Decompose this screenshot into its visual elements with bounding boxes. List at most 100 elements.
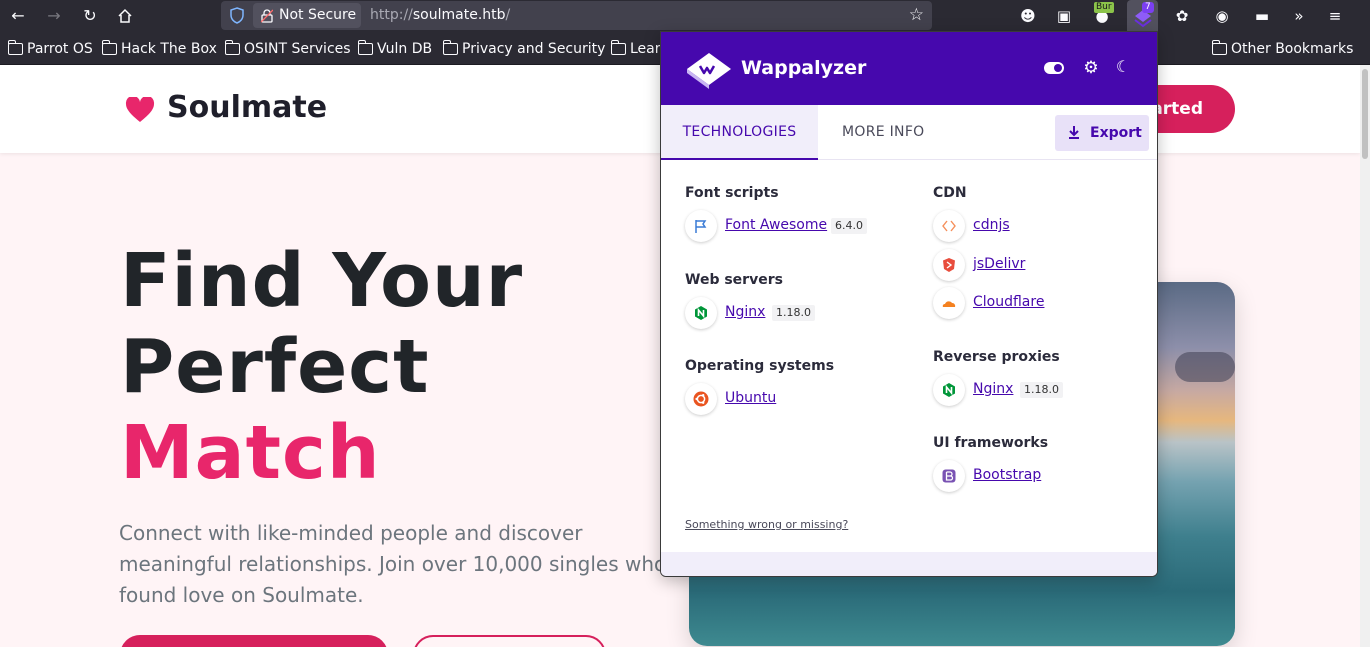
hat-extension-icon[interactable]: ▬ xyxy=(1250,4,1274,28)
tab-more-info[interactable]: MORE INFO xyxy=(842,105,925,160)
wappalyzer-logo-icon xyxy=(687,53,731,89)
folder-icon xyxy=(101,40,117,55)
page-scrollbar[interactable] xyxy=(1360,65,1370,647)
hero-heading: Find Your Perfect Match xyxy=(120,238,523,496)
export-button[interactable]: Export xyxy=(1055,115,1149,151)
technology-item[interactable]: Ubuntu xyxy=(685,383,885,415)
moon-icon[interactable]: ☾ xyxy=(1114,58,1132,76)
back-arrow-icon[interactable]: ← xyxy=(6,4,30,28)
forward-arrow-icon[interactable]: → xyxy=(42,4,66,28)
wappalyzer-footer xyxy=(661,552,1157,576)
jsdelivr-icon xyxy=(933,249,965,281)
technology-name[interactable]: Nginx xyxy=(725,303,765,321)
category-heading: Operating systems xyxy=(685,358,835,374)
cookie-icon[interactable]: ✿ xyxy=(1170,4,1194,28)
technology-item[interactable]: Nginx 1.18.0 xyxy=(685,297,885,329)
technologies-list: Font scripts Font Awesome 6.4.0 Web serv… xyxy=(661,160,1157,550)
technology-name[interactable]: Ubuntu xyxy=(725,389,776,407)
folder-icon xyxy=(1211,40,1227,55)
overflow-chevron-icon[interactable]: » xyxy=(1287,4,1311,28)
hero-primary-button[interactable] xyxy=(120,635,388,647)
bookmark-label: OSINT Services xyxy=(244,41,351,57)
feedback-link[interactable]: Something wrong or missing? xyxy=(685,518,848,532)
url-path: / xyxy=(505,7,511,23)
hero-line: Find Your xyxy=(120,238,524,324)
bookmark-folder[interactable]: Vuln DB xyxy=(357,40,433,58)
cdnjs-icon xyxy=(933,210,965,242)
mask-extension-icon[interactable]: ◉ xyxy=(1210,4,1234,28)
toggle-switch-icon[interactable] xyxy=(1044,62,1064,74)
bookmark-label: Lear xyxy=(630,41,661,57)
url-scheme: http:// xyxy=(370,7,413,23)
bookmark-star-icon[interactable]: ☆ xyxy=(909,5,924,26)
technology-item[interactable]: Nginx 1.18.0 xyxy=(933,374,1133,406)
flag-icon xyxy=(685,210,717,242)
technology-name[interactable]: jsDelivr xyxy=(973,255,1025,273)
technology-name[interactable]: Nginx xyxy=(973,380,1013,398)
technology-item[interactable]: jsDelivr xyxy=(933,249,1133,281)
download-icon xyxy=(1069,126,1079,139)
other-bookmarks-folder[interactable]: Other Bookmarks xyxy=(1211,40,1354,58)
nginx-icon xyxy=(685,297,717,329)
technology-name[interactable]: cdnjs xyxy=(973,216,1010,234)
technology-name[interactable]: Cloudflare xyxy=(973,293,1044,311)
extensions-puzzle-icon[interactable]: ▣ xyxy=(1052,4,1076,28)
insecure-lock-icon xyxy=(261,9,273,23)
bookmark-label: Vuln DB xyxy=(377,41,433,57)
folder-icon xyxy=(224,40,240,55)
hero-secondary-button[interactable] xyxy=(413,635,606,647)
browser-toolbar: ← → ↻ Not Secure http://soulmate.htb/ ☆ … xyxy=(0,0,1370,32)
bookmark-label: Privacy and Security xyxy=(462,41,606,57)
heart-logo-icon xyxy=(125,97,155,122)
bookmark-folder[interactable]: Hack The Box xyxy=(101,40,217,58)
folder-icon xyxy=(357,40,373,55)
hero-line: Perfect xyxy=(120,324,430,410)
technology-version: 1.18.0 xyxy=(772,305,815,321)
url-text[interactable]: http://soulmate.htb/ xyxy=(370,1,510,30)
other-bookmarks-label: Other Bookmarks xyxy=(1231,41,1354,57)
bookmark-folder[interactable]: Parrot OS xyxy=(7,40,93,58)
account-icon[interactable]: ☻ xyxy=(1016,4,1040,28)
bookmark-folder[interactable]: Lear xyxy=(610,40,661,58)
bookmark-folder[interactable]: Privacy and Security xyxy=(442,40,606,58)
tracking-shield-icon[interactable] xyxy=(229,7,245,24)
folder-icon xyxy=(610,40,626,55)
technology-name[interactable]: Bootstrap xyxy=(973,466,1041,484)
category-heading: UI frameworks xyxy=(933,435,1049,451)
site-security-indicator[interactable]: Not Secure xyxy=(253,3,361,28)
folder-icon xyxy=(7,40,23,55)
gear-icon[interactable]: ⚙ xyxy=(1082,59,1100,77)
category-heading: Font scripts xyxy=(685,185,779,201)
wappalyzer-popup: Wappalyzer ⚙ ☾ TECHNOLOGIES MORE INFO Ex… xyxy=(660,31,1158,577)
brand-name: Soulmate xyxy=(167,90,328,125)
tab-technologies[interactable]: TECHNOLOGIES xyxy=(661,105,818,160)
home-icon[interactable] xyxy=(113,4,137,28)
security-label: Not Secure xyxy=(279,7,357,23)
technology-version: 1.18.0 xyxy=(1020,382,1063,398)
cloud-shape xyxy=(1175,352,1235,382)
scrollbar-thumb[interactable] xyxy=(1362,69,1368,159)
nginx-icon xyxy=(933,374,965,406)
bookmark-folder[interactable]: OSINT Services xyxy=(224,40,351,58)
folder-icon xyxy=(442,40,458,55)
cloudflare-icon xyxy=(933,287,965,319)
technology-item[interactable]: Bootstrap xyxy=(933,460,1133,492)
wappalyzer-tabs: TECHNOLOGIES MORE INFO Export xyxy=(661,105,1157,160)
bookmark-label: Parrot OS xyxy=(27,41,93,57)
wappalyzer-count-badge: 7 xyxy=(1142,2,1154,13)
technology-name[interactable]: Font Awesome xyxy=(725,216,827,234)
burp-badge: Bur xyxy=(1094,2,1114,13)
url-host: soulmate.htb xyxy=(412,7,506,23)
bootstrap-icon xyxy=(933,460,965,492)
hero-line-accent: Match xyxy=(120,410,381,496)
url-bar[interactable]: Not Secure http://soulmate.htb/ ☆ xyxy=(221,1,932,30)
reload-icon[interactable]: ↻ xyxy=(78,4,102,28)
wappalyzer-header: Wappalyzer ⚙ ☾ xyxy=(661,32,1157,105)
hamburger-menu-icon[interactable]: ≡ xyxy=(1323,4,1347,28)
technology-item[interactable]: Cloudflare xyxy=(933,287,1133,319)
technology-item[interactable]: cdnjs xyxy=(933,210,1133,242)
category-heading: Web servers xyxy=(685,272,783,288)
category-heading: Reverse proxies xyxy=(933,349,1060,365)
wappalyzer-title: Wappalyzer xyxy=(741,57,867,79)
technology-item[interactable]: Font Awesome 6.4.0 xyxy=(685,210,885,242)
